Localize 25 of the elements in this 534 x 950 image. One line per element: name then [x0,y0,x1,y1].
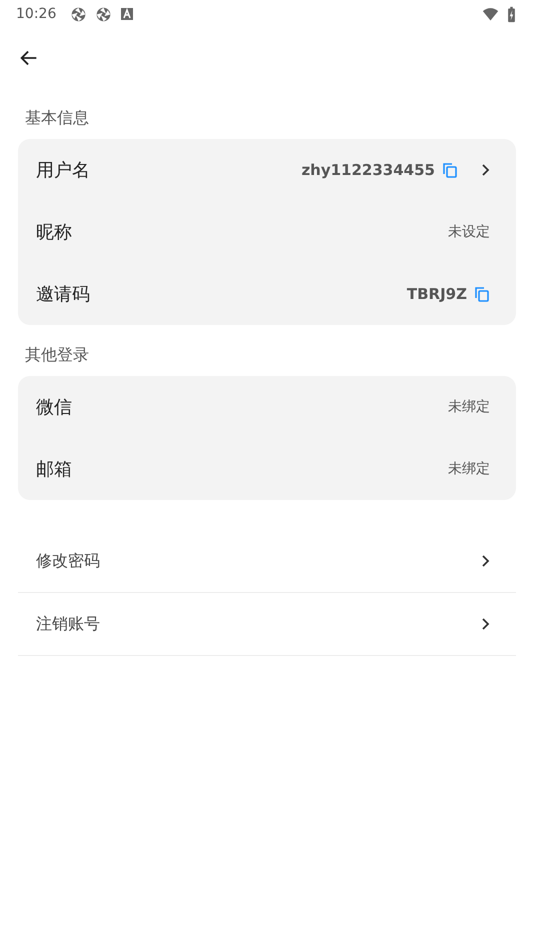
settings-item[interactable]: 修改密码 [18,530,516,593]
row-value: 未绑定 [448,398,490,416]
aperture-icon [95,6,112,22]
aperture-icon [70,6,88,22]
settings-item[interactable]: 注销账号 [18,593,516,656]
row-label: 昵称 [36,221,72,244]
row-label: 用户名 [36,159,90,182]
keyboard-icon [120,7,134,21]
row-value: 未设定 [448,223,490,241]
section-title: 基本信息 [24,107,90,129]
row-value: zhy1122334455 [301,161,435,179]
copy-icon[interactable] [442,162,458,178]
copy-icon[interactable] [474,286,490,302]
row-label: 邮箱 [36,458,72,481]
row-label: 微信 [36,396,72,419]
section-title: 其他登录 [24,344,90,366]
chevron-icon[interactable] [480,163,490,177]
chevron-icon [480,617,490,631]
row-label: 邀请码 [36,283,90,306]
row-value: 未绑定 [448,460,490,478]
wifi-icon [482,6,499,22]
battery-icon [507,6,516,22]
row-value: TBRJ9Z [406,285,467,303]
status-time: 10:26 [16,6,56,22]
chevron-icon [480,554,490,568]
